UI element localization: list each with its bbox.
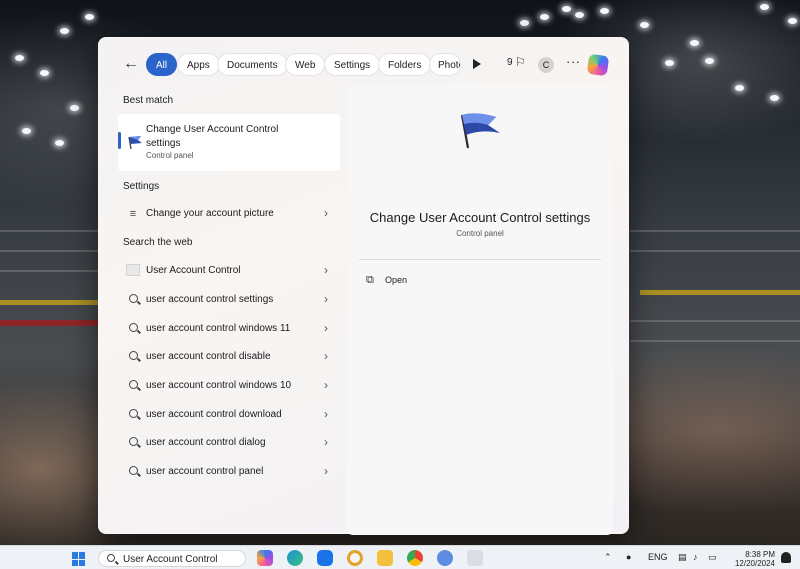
web-result[interactable]: user account control disable ›: [118, 344, 340, 370]
settings-result-label: Change your account picture: [146, 208, 274, 219]
play-icon[interactable]: [473, 59, 481, 69]
web-result-label: user account control windows 11: [146, 323, 291, 334]
battery-icon[interactable]: ▭: [708, 552, 717, 563]
web-result[interactable]: user account control panel ›: [118, 459, 340, 485]
best-match-subtitle: Control panel: [146, 151, 194, 160]
detail-subtitle: Control panel: [456, 229, 504, 238]
file-explorer-icon[interactable]: [377, 550, 393, 566]
app-icon[interactable]: [467, 550, 483, 566]
rewards-icon[interactable]: ⚐: [515, 55, 526, 69]
taskbar-search-text: User Account Control: [123, 554, 218, 565]
filter-all[interactable]: All: [146, 53, 178, 76]
web-result[interactable]: user account control windows 10 ›: [118, 373, 340, 399]
search-icon: [126, 293, 140, 307]
selection-indicator: [118, 132, 121, 149]
account-avatar[interactable]: C: [538, 57, 554, 73]
search-icon: [126, 350, 140, 364]
chevron-right-icon: ›: [324, 407, 328, 421]
search-icon: [126, 436, 140, 450]
settings-heading: Settings: [123, 181, 160, 192]
filter-folders[interactable]: Folders: [378, 53, 432, 76]
notification-bell-icon[interactable]: [781, 552, 791, 563]
back-arrow-icon[interactable]: ←: [123, 55, 141, 73]
windows-start-icon[interactable]: [72, 552, 86, 566]
chevron-right-icon: ›: [324, 206, 328, 220]
chevron-right-icon: ›: [324, 292, 328, 306]
chevron-right-icon: ›: [324, 321, 328, 335]
language-indicator[interactable]: ENG: [648, 552, 668, 562]
search-filter-bar: ← All Apps Documents Web Settings Folder…: [99, 38, 630, 90]
open-label: Open: [385, 275, 408, 285]
filter-web[interactable]: Web: [285, 53, 326, 76]
filter-photos[interactable]: Photo: [429, 53, 461, 76]
clock-date: 12/20/2024: [734, 559, 775, 568]
web-result[interactable]: user account control settings ›: [118, 287, 340, 313]
web-result-label: user account control settings: [146, 294, 274, 305]
web-result-label: user account control disable: [146, 351, 271, 362]
search-icon: [126, 465, 140, 479]
microphone-icon[interactable]: ●: [626, 552, 631, 562]
web-result-label: user account control download: [146, 409, 282, 420]
chevron-right-icon: ›: [324, 378, 328, 392]
search-icon: [107, 554, 115, 562]
rewards-points[interactable]: 9: [507, 57, 513, 68]
search-panel: ← All Apps Documents Web Settings Folder…: [98, 37, 630, 535]
open-external-icon: ⧉: [366, 274, 374, 286]
network-icon[interactable]: ▤: [678, 552, 687, 563]
web-result[interactable]: user account control windows 11 ›: [118, 316, 340, 342]
settings-result-account-picture[interactable]: ≡ Change your account picture ›: [118, 201, 340, 227]
detail-title: Change User Account Control settings: [369, 210, 591, 225]
chevron-up-icon[interactable]: ⌃: [604, 552, 612, 563]
filter-documents[interactable]: Documents: [217, 53, 288, 76]
web-result[interactable]: User Account Control ›: [118, 258, 340, 284]
search-icon: [126, 379, 140, 393]
web-thumbnail-icon: [126, 264, 140, 278]
app-icon[interactable]: [347, 550, 363, 566]
flag-icon: [460, 113, 500, 149]
best-match-title: Change User Account Control settings: [146, 124, 279, 149]
web-result-label: User Account Control: [146, 265, 241, 276]
zalo-app-icon[interactable]: [317, 550, 333, 566]
web-result[interactable]: user account control dialog ›: [118, 430, 340, 456]
divider: [359, 259, 601, 260]
open-action[interactable]: ⧉ Open: [359, 269, 601, 291]
filter-apps[interactable]: Apps: [177, 53, 220, 76]
system-clock[interactable]: 8:38 PM 12/20/2024: [731, 550, 775, 568]
best-match-card[interactable]: Change User Account Control settings Con…: [118, 114, 340, 171]
clock-time: 8:38 PM: [745, 550, 775, 559]
web-result-label: user account control dialog: [146, 437, 266, 448]
filter-settings[interactable]: Settings: [324, 53, 381, 76]
copilot-app-icon[interactable]: [257, 550, 273, 566]
app-icon[interactable]: [437, 550, 453, 566]
more-options-icon[interactable]: ···: [566, 54, 581, 69]
taskbar-search-box[interactable]: User Account Control: [98, 550, 246, 567]
search-icon: [126, 408, 140, 422]
web-result-label: user account control panel: [146, 466, 264, 477]
search-icon: [126, 322, 140, 336]
account-picture-icon: ≡: [129, 208, 137, 220]
result-detail-pane: Change User Account Control settings Con…: [347, 85, 613, 535]
chevron-right-icon: ›: [324, 349, 328, 363]
edge-browser-icon[interactable]: [287, 550, 303, 566]
web-result-label: user account control windows 10: [146, 380, 292, 391]
chevron-right-icon: ›: [324, 263, 328, 277]
volume-icon[interactable]: ♪: [693, 552, 698, 562]
chevron-right-icon: ›: [324, 464, 328, 478]
chrome-browser-icon[interactable]: [407, 550, 423, 566]
chevron-right-icon: ›: [324, 435, 328, 449]
taskbar: User Account Control ⌃ ● ENG ▤ ♪ ▭ 8:38 …: [0, 545, 800, 569]
flag-icon: [128, 136, 142, 150]
web-heading: Search the web: [123, 237, 193, 248]
best-match-heading: Best match: [123, 95, 174, 106]
copilot-icon[interactable]: [586, 53, 610, 77]
web-result[interactable]: user account control download ›: [118, 402, 340, 428]
